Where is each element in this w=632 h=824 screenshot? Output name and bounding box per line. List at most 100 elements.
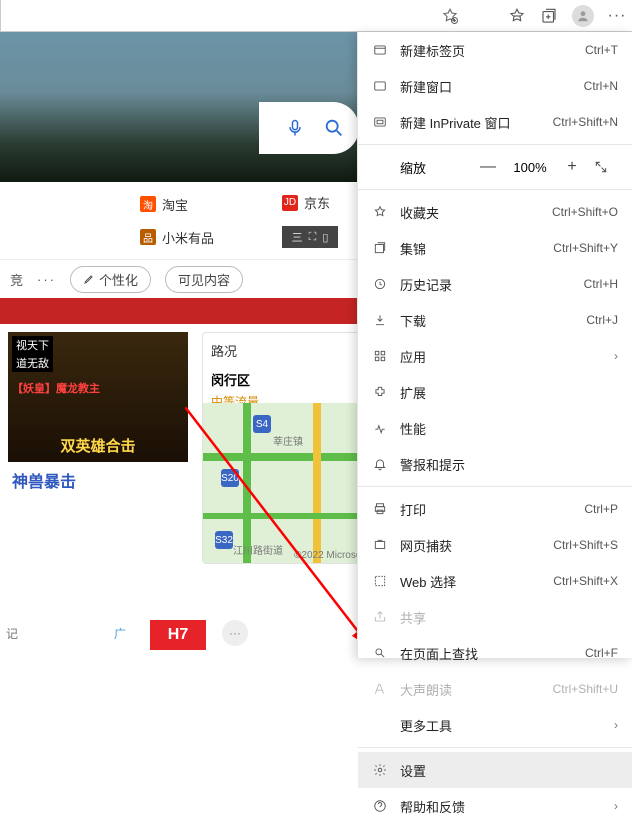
- print-icon: [372, 501, 388, 517]
- collections-icon: [372, 240, 388, 256]
- quicklink-jd[interactable]: JD 京东: [282, 193, 338, 212]
- menu-shortcut: Ctrl+Shift+N: [553, 115, 618, 129]
- quicklink-label: 京东: [304, 193, 330, 212]
- menu-alerts[interactable]: 警报和提示: [358, 446, 632, 482]
- zoom-out-button[interactable]: —: [476, 158, 500, 176]
- menu-shortcut: Ctrl+J: [586, 313, 618, 327]
- menu-share: 共享: [358, 599, 632, 635]
- menu-help[interactable]: 帮助和反馈 ›: [358, 788, 632, 824]
- apps-icon: [372, 348, 388, 364]
- menu-label: 大声朗读: [400, 680, 541, 699]
- menu-label: 扩展: [400, 383, 618, 402]
- footer-more[interactable]: ···: [222, 620, 248, 646]
- traffic-header: 路况: [211, 341, 363, 360]
- menu-settings[interactable]: 设置: [358, 752, 632, 788]
- game-card[interactable]: 视天下 道无敌 【妖皇】魔龙教主 双英雄合击 神兽暴击: [8, 332, 188, 502]
- menu-find[interactable]: 在页面上查找 Ctrl+F: [358, 635, 632, 671]
- menu-label: 性能: [400, 419, 618, 438]
- menu-label: 帮助和反馈: [400, 797, 602, 816]
- zoom-label: 缩放: [400, 158, 426, 177]
- personalize-button[interactable]: 个性化: [70, 266, 151, 293]
- menu-label: 集锦: [400, 239, 541, 258]
- traffic-card[interactable]: 路况 闵行区 中等流量 S4 S20 S32 莘庄镇 江川路街道 ©2022 M…: [202, 332, 372, 564]
- quicklink-xiaomi[interactable]: 品小米有品: [140, 228, 214, 247]
- capture-icon: [372, 537, 388, 553]
- menu-shortcut: Ctrl+T: [585, 43, 618, 57]
- menu-shortcut: Ctrl+Shift+U: [553, 682, 618, 696]
- ad-indicator[interactable]: 广: [114, 625, 126, 642]
- menu-shortcut: Ctrl+Shift+X: [553, 574, 618, 588]
- menu-label: 新建 InPrivate 窗口: [400, 113, 541, 132]
- star-icon: [372, 204, 388, 220]
- chevron-right-icon: ›: [614, 718, 618, 732]
- chevron-right-icon: ›: [614, 799, 618, 813]
- game-banner: 视天下 道无敌 【妖皇】魔龙教主 双英雄合击: [8, 332, 188, 462]
- menu-capture[interactable]: 网页捕获 Ctrl+Shift+S: [358, 527, 632, 563]
- menu-button[interactable]: ···: [608, 7, 626, 25]
- webselect-icon: [372, 573, 388, 589]
- menu-label: Web 选择: [400, 572, 541, 591]
- menu-webselect[interactable]: Web 选择 Ctrl+Shift+X: [358, 563, 632, 599]
- menu-collections[interactable]: 集锦 Ctrl+Shift+Y: [358, 230, 632, 266]
- menu-label: 打印: [400, 500, 572, 519]
- quicklink-taobao[interactable]: 淘淘宝: [140, 195, 214, 214]
- quicklink-tile[interactable]: 三⛶▯: [282, 226, 338, 248]
- menu-new-inprivate[interactable]: 新建 InPrivate 窗口 Ctrl+Shift+N: [358, 104, 632, 140]
- collections-icon[interactable]: [540, 7, 558, 25]
- menu-label: 网页捕获: [400, 536, 541, 555]
- inprivate-icon: [372, 114, 388, 130]
- visible-label: 可见内容: [178, 270, 230, 289]
- addressbar-star-icon[interactable]: [441, 7, 459, 25]
- menu-label: 收藏夹: [400, 203, 540, 222]
- menu-label: 应用: [400, 347, 602, 366]
- search-box-right[interactable]: [259, 102, 359, 154]
- game-bottom-line: 双英雄合击: [8, 435, 188, 456]
- game-tag: 视天下: [12, 336, 53, 354]
- search-icon[interactable]: [323, 117, 345, 139]
- new-window-icon: [372, 78, 388, 94]
- menu-shortcut: Ctrl+Shift+S: [553, 538, 618, 552]
- new-tab-icon: [372, 42, 388, 58]
- jd-icon: JD: [282, 195, 298, 211]
- menu-label: 设置: [400, 761, 618, 780]
- menu-extensions[interactable]: 扩展: [358, 374, 632, 410]
- game-title: 神兽暴击: [8, 462, 188, 498]
- menu-moretools[interactable]: 更多工具 ›: [358, 707, 632, 743]
- tab-item[interactable]: 竞: [10, 270, 23, 289]
- bell-icon: [372, 456, 388, 472]
- menu-performance[interactable]: 性能: [358, 410, 632, 446]
- menu-label: 警报和提示: [400, 455, 618, 474]
- menu-label: 新建标签页: [400, 41, 573, 60]
- menu-label: 历史记录: [400, 275, 572, 294]
- find-icon: [372, 645, 388, 661]
- taobao-icon: 淘: [140, 196, 156, 212]
- menu-print[interactable]: 打印 Ctrl+P: [358, 491, 632, 527]
- fullscreen-button[interactable]: [594, 160, 618, 174]
- share-icon: [372, 609, 388, 625]
- traffic-map: S4 S20 S32 莘庄镇 江川路街道 ©2022 Microsoft: [203, 403, 371, 563]
- menu-history[interactable]: 历史记录 Ctrl+H: [358, 266, 632, 302]
- menu-apps[interactable]: 应用 ›: [358, 338, 632, 374]
- profile-avatar[interactable]: [572, 5, 594, 27]
- menu-readaloud: 大声朗读 Ctrl+Shift+U: [358, 671, 632, 707]
- menu-new-window[interactable]: 新建窗口 Ctrl+N: [358, 68, 632, 104]
- help-icon: [372, 798, 388, 814]
- map-label: 江川路街道: [233, 542, 283, 557]
- menu-new-tab[interactable]: 新建标签页 Ctrl+T: [358, 32, 632, 68]
- hz-logo[interactable]: H7: [150, 620, 206, 650]
- card-footer: 记 广 ···: [6, 620, 248, 646]
- mic-icon[interactable]: [285, 118, 305, 138]
- menu-favorites[interactable]: 收藏夹 Ctrl+Shift+O: [358, 194, 632, 230]
- zoom-value: 100%: [510, 160, 550, 175]
- zoom-in-button[interactable]: +: [560, 158, 584, 176]
- menu-downloads[interactable]: 下载 Ctrl+J: [358, 302, 632, 338]
- visible-content-button[interactable]: 可见内容: [165, 266, 243, 293]
- performance-icon: [372, 420, 388, 436]
- traffic-district: 闵行区: [211, 370, 363, 389]
- tab-more[interactable]: ···: [37, 272, 56, 287]
- map-marker: S4: [253, 415, 271, 433]
- favorites-icon[interactable]: [508, 7, 526, 25]
- menu-shortcut: Ctrl+Shift+O: [552, 205, 618, 219]
- menu-label: 更多工具: [400, 716, 602, 735]
- menu-label: 新建窗口: [400, 77, 572, 96]
